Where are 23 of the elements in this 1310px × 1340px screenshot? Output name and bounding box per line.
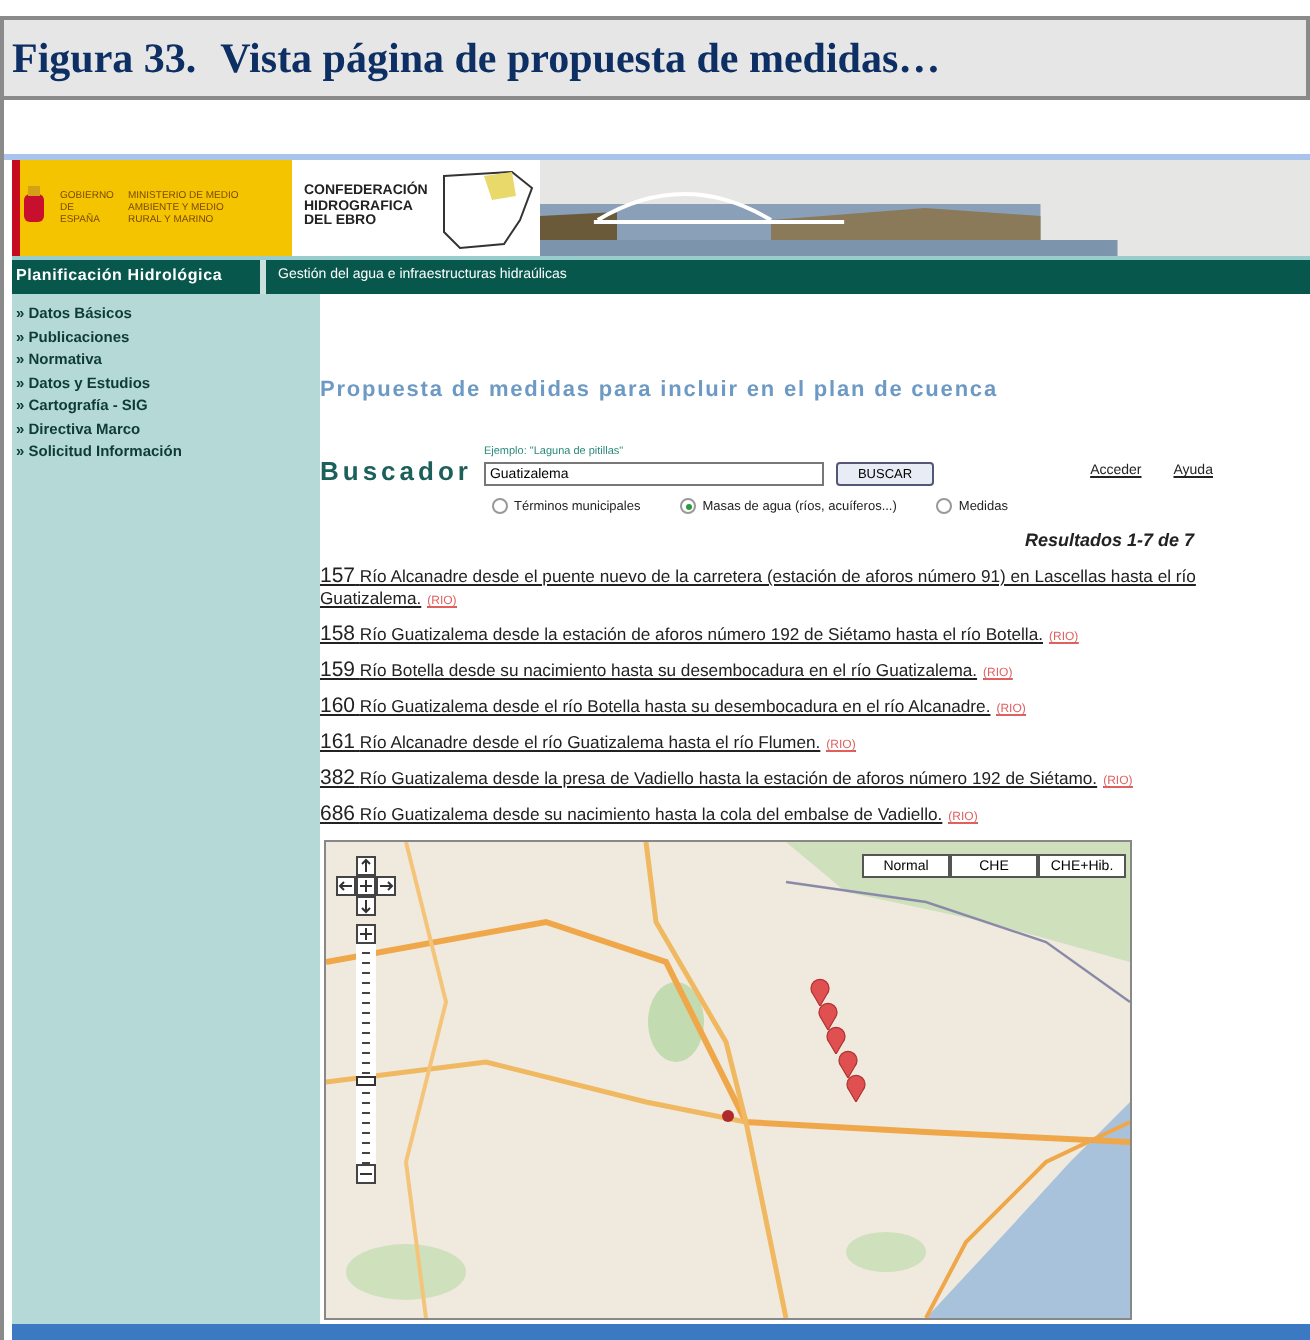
zoom-slider[interactable] (356, 944, 376, 1164)
radio-button[interactable] (492, 498, 508, 514)
radio-button[interactable] (680, 498, 697, 514)
map-marker-icon[interactable] (810, 978, 830, 1006)
nav-section[interactable]: Planificación Hidrológica (12, 260, 260, 294)
zoom-out-icon[interactable] (356, 1164, 376, 1184)
map-marker-icon[interactable] (846, 1074, 866, 1102)
radio-button[interactable] (936, 498, 953, 514)
pan-left-icon[interactable] (336, 876, 356, 896)
pan-up-icon[interactable] (356, 856, 376, 876)
search-label: Buscador (320, 456, 472, 486)
center-icon[interactable] (356, 876, 376, 896)
results-count: Resultados 1-7 de 7 (1024, 530, 1194, 550)
slider-thumb[interactable] (356, 1076, 376, 1087)
map-marker-icon[interactable] (838, 1050, 858, 1078)
map-marker-icon[interactable] (818, 1002, 838, 1030)
pan-down-icon[interactable] (356, 896, 376, 916)
figure-label: Figura 33. (12, 33, 197, 83)
map-marker-icon[interactable] (826, 1026, 846, 1054)
pan-right-icon[interactable] (376, 876, 396, 896)
zoom-in-icon[interactable] (356, 924, 376, 944)
figure-title: Vista página de propuesta de medidas… (220, 33, 941, 83)
page-title: Propuesta de medidas para incluir en el plan de cuenca (320, 378, 1000, 402)
